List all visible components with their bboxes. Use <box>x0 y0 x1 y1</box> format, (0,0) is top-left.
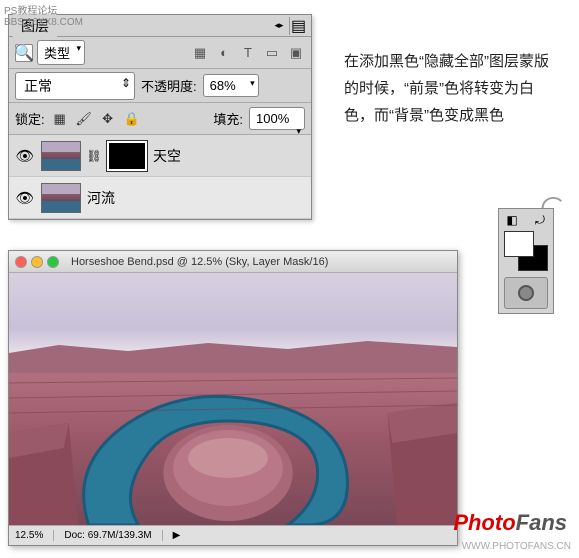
layer-row-river[interactable]: 👁 河流 <box>9 177 311 219</box>
search-icon[interactable]: 🔍 <box>15 44 33 62</box>
filter-adjust-icon[interactable]: ◐ <box>215 44 233 62</box>
mask-link-icon[interactable]: ⛓ <box>87 149 101 163</box>
layer-list: 👁 ⛓ 天空 👁 河流 <box>9 135 311 219</box>
zoom-level[interactable]: 12.5% <box>15 530 54 541</box>
swap-colors-icon[interactable]: ⤾ <box>533 213 547 227</box>
layer-row-sky[interactable]: 👁 ⛓ 天空 <box>9 135 311 177</box>
document-title: Horseshoe Bend.psd @ 12.5% (Sky, Layer M… <box>71 256 328 268</box>
fill-label: 填充: <box>213 109 243 128</box>
photofans-logo: PhotoFans <box>453 510 567 536</box>
visibility-icon[interactable]: 👁 <box>15 146 35 166</box>
layer-thumbnail[interactable] <box>41 141 81 171</box>
layer-thumbnail[interactable] <box>41 183 81 213</box>
doc-size[interactable]: Doc: 69.7M/139.3M <box>64 530 162 541</box>
layer-filter-row: 🔍 类型 ▦ ◐ T ▭ ▣ <box>9 37 311 69</box>
fill-input[interactable]: 100% <box>249 107 305 130</box>
collapse-icon[interactable]: ◂▸ <box>273 20 285 32</box>
document-window: Horseshoe Bend.psd @ 12.5% (Sky, Layer M… <box>8 250 458 546</box>
filter-type-icon[interactable]: T <box>239 44 257 62</box>
lock-label: 锁定: <box>15 109 45 128</box>
color-swatches-panel: ◧ ⤾ <box>498 208 554 314</box>
layer-name-label[interactable]: 河流 <box>87 188 305 208</box>
panel-menu-icon[interactable]: ▤ <box>289 17 307 35</box>
instruction-text: 在添加黑色“隐藏全部”图层蒙版的时候，“前景”色将转变为白色，而“背景”色变成黑… <box>344 48 554 129</box>
layer-name-label[interactable]: 天空 <box>153 146 305 166</box>
visibility-icon[interactable]: 👁 <box>15 188 35 208</box>
lock-pixels-icon[interactable]: 🖌 <box>75 110 93 128</box>
layers-panel: 图层 ◂▸ ▤ 🔍 类型 ▦ ◐ T ▭ ▣ 正常 不透明度: 68% 锁定: … <box>8 14 312 220</box>
watermark-url: WWW.PHOTOFANS.CN <box>462 541 571 552</box>
filter-shape-icon[interactable]: ▭ <box>263 44 281 62</box>
minimize-icon[interactable] <box>31 256 43 268</box>
opacity-input[interactable]: 68% <box>203 74 259 97</box>
mask-circle-icon <box>518 285 534 301</box>
watermark-forum: PS教程论坛 <box>4 2 83 17</box>
foreground-color-swatch[interactable] <box>504 231 534 257</box>
document-titlebar[interactable]: Horseshoe Bend.psd @ 12.5% (Sky, Layer M… <box>9 251 457 273</box>
lock-transparency-icon[interactable]: ▦ <box>51 110 69 128</box>
lock-position-icon[interactable]: ✥ <box>99 110 117 128</box>
filter-type-select[interactable]: 类型 <box>37 40 85 65</box>
maximize-icon[interactable] <box>47 256 59 268</box>
close-icon[interactable] <box>15 256 27 268</box>
document-canvas[interactable] <box>9 273 457 525</box>
default-colors-icon[interactable]: ◧ <box>505 213 519 227</box>
blend-opacity-row: 正常 不透明度: 68% <box>9 69 311 103</box>
document-statusbar: 12.5% Doc: 69.7M/139.3M ▶ <box>9 525 457 545</box>
layer-mask-thumbnail[interactable] <box>107 141 147 171</box>
quick-mask-button[interactable] <box>504 277 548 309</box>
filter-pixel-icon[interactable]: ▦ <box>191 44 209 62</box>
filter-smart-icon[interactable]: ▣ <box>287 44 305 62</box>
watermark-bbs: BBS.16XX8.COM <box>4 17 83 28</box>
status-arrow-icon[interactable]: ▶ <box>173 530 181 541</box>
lock-fill-row: 锁定: ▦ 🖌 ✥ 🔒 填充: 100% <box>9 103 311 135</box>
lock-all-icon[interactable]: 🔒 <box>123 110 141 128</box>
foreground-background-colors <box>504 231 548 271</box>
blend-mode-select[interactable]: 正常 <box>15 72 135 100</box>
opacity-label: 不透明度: <box>141 76 197 95</box>
